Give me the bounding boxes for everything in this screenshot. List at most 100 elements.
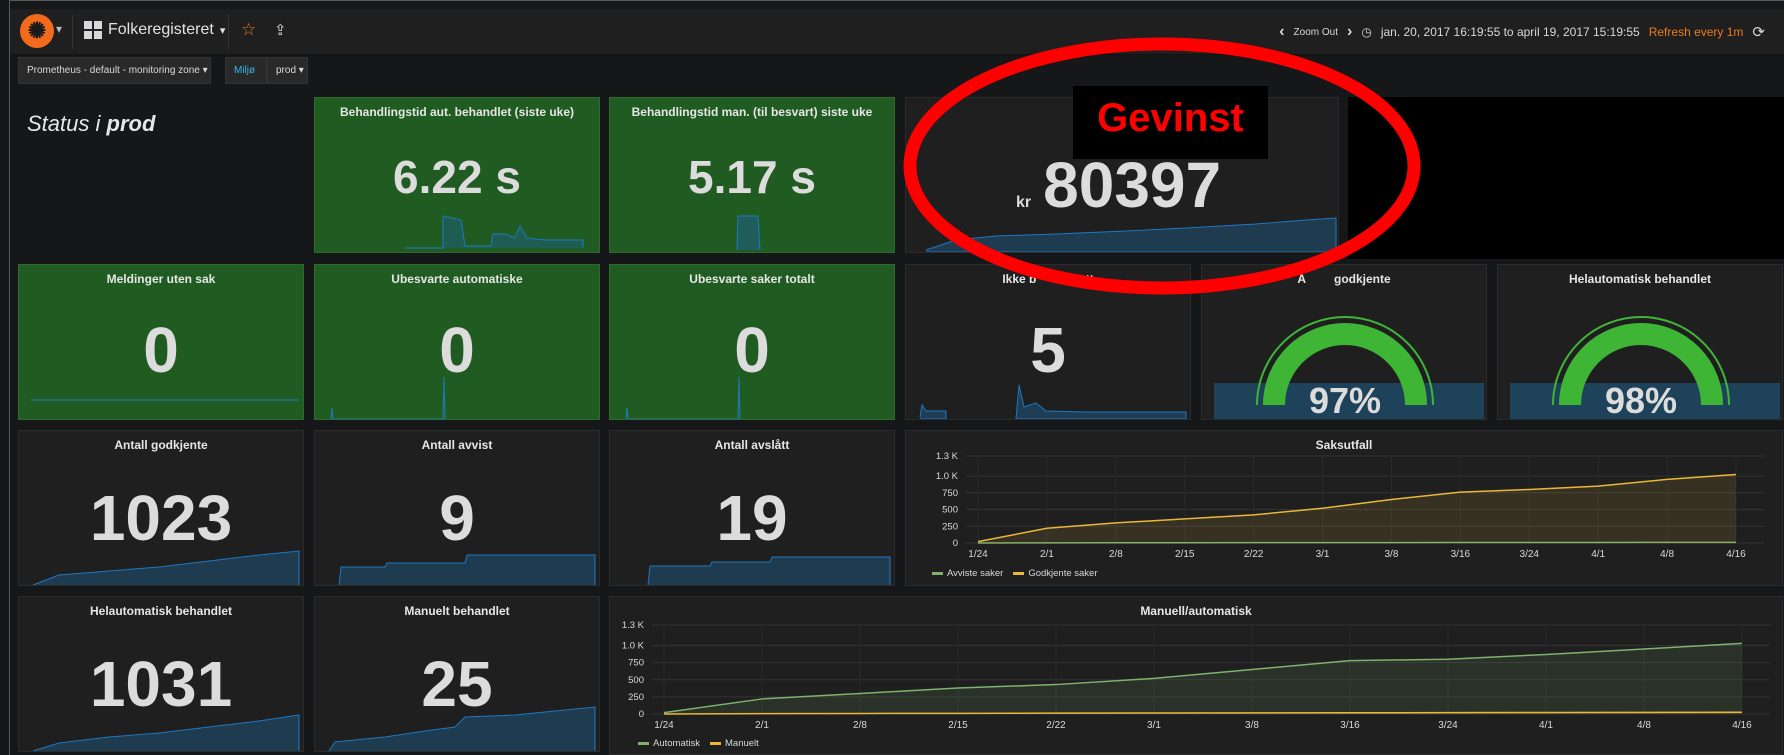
x-tick-label: 3/16 xyxy=(1340,720,1360,731)
panel-helautomatisk-gauge[interactable]: Helautomatisk behandlet 98% xyxy=(1497,264,1783,420)
panel-behandlingstid-aut[interactable]: Behandlingstid aut. behandlet (siste uke… xyxy=(314,97,600,253)
panel-andel-godkjente[interactable]: Andel godkjente 97% xyxy=(1201,264,1487,420)
share-icon[interactable]: ⇪ xyxy=(274,21,287,39)
top-navbar: ✺ ▾ Folkeregisteret ▾ ☆ ⇪ ‹ Zoom Out › ◷… xyxy=(10,9,1784,55)
x-tick-label: 2/22 xyxy=(1244,549,1264,560)
annotation-label: Gevinst xyxy=(1097,96,1244,140)
x-tick-label: 2/22 xyxy=(1046,720,1066,731)
panel-antall-godkjente[interactable]: Antall godkjente 1023 xyxy=(18,430,304,586)
sparkline xyxy=(330,376,446,419)
sparkline xyxy=(31,399,299,401)
dashboard-grid-icon xyxy=(84,21,102,39)
caret-down-icon: ▾ xyxy=(219,24,226,37)
panel-antall-avslatt[interactable]: Antall avslått 19 xyxy=(609,430,895,586)
gauge: 98% xyxy=(1510,316,1780,420)
sparkline-line xyxy=(625,376,741,419)
x-tick-label: 3/24 xyxy=(1520,549,1540,560)
saksutfall-chart: 0 250 500 750 1.0 K 1.3 K 1/24 2/1 2/8 2/15 2/22 3/… xyxy=(936,451,1764,560)
sparkline-line xyxy=(647,556,891,585)
y-tick-label: 1.0 K xyxy=(622,641,645,652)
sparkline xyxy=(625,376,741,419)
y-tick-label: 750 xyxy=(628,658,644,669)
x-tick-label: 2/8 xyxy=(853,720,867,731)
x-tick-label: 2/1 xyxy=(755,720,769,731)
blank-panel xyxy=(1348,97,1784,259)
x-tick-label: 1/24 xyxy=(654,720,674,731)
sparkline-line xyxy=(919,403,947,419)
panel-ikke-behandlet[interactable]: Ikke behandlettt 5 xyxy=(905,264,1191,420)
legend-item[interactable]: Avviste saker xyxy=(932,568,1003,579)
series-area xyxy=(978,474,1736,543)
chevron-right-icon[interactable]: › xyxy=(1347,23,1352,41)
miljo-label: Miljø xyxy=(225,57,267,84)
gauge-value: 97% xyxy=(1309,380,1381,420)
sparkline xyxy=(405,215,584,249)
gauge: 97% xyxy=(1214,316,1484,420)
y-tick-label: 250 xyxy=(628,692,644,703)
sparkline-line xyxy=(338,554,596,585)
sparkline xyxy=(736,215,761,251)
x-tick-label: 2/15 xyxy=(948,720,968,731)
legend-item[interactable]: Automatisk xyxy=(638,738,700,749)
y-tick-label: 500 xyxy=(628,675,644,686)
panel-behandlingstid-man[interactable]: Behandlingstid man. (til besvart) siste … xyxy=(609,97,895,253)
sparkline-line xyxy=(736,215,761,251)
x-tick-label: 2/15 xyxy=(1175,549,1195,560)
x-tick-label: 3/1 xyxy=(1316,549,1330,560)
star-icon[interactable]: ☆ xyxy=(241,20,256,40)
gauge-value: 98% xyxy=(1605,380,1677,420)
panel-ubesvarte-aut[interactable]: Ubesvarte automatiske 0 xyxy=(314,264,600,420)
legend-item[interactable]: Manuelt xyxy=(710,738,759,749)
dashboard-title: Folkeregisteret xyxy=(108,21,214,38)
sparkline-line xyxy=(32,550,300,585)
chevron-left-icon[interactable]: ‹ xyxy=(1279,23,1284,41)
chart-legend: Automatisk Manuelt xyxy=(638,738,759,749)
panel-manuell-automatisk[interactable]: Manuell/automatisk 0 250 500 750 1.0 K 1.3 K1… xyxy=(609,596,1783,755)
series-area xyxy=(664,643,1742,714)
x-tick-label: 3/8 xyxy=(1385,549,1399,560)
x-tick-label: 4/16 xyxy=(1732,720,1752,731)
datasource-select[interactable]: Prometheus - default - monitoring zone ▾ xyxy=(18,57,211,84)
panel-helautomatisk-count[interactable]: Helautomatisk behandlet 1031 xyxy=(18,596,304,752)
x-tick-label: 4/8 xyxy=(1660,549,1674,560)
sparkline-line xyxy=(1015,384,1187,419)
x-tick-label: 4/1 xyxy=(1539,720,1553,731)
panel-saksutfall[interactable]: Saksutfall 0 250 500 750 1.0 K 1.3 K 1/24 2/1 2/… xyxy=(905,430,1783,586)
x-tick-label: 3/1 xyxy=(1147,720,1161,731)
y-tick-label: 0 xyxy=(953,538,958,549)
nav-divider xyxy=(228,15,229,49)
x-tick-label: 4/8 xyxy=(1637,720,1651,731)
y-tick-label: 1.3 K xyxy=(936,451,959,462)
panel-antall-avvist[interactable]: Antall avvist 9 xyxy=(314,430,600,586)
panel-ubesvarte-tot[interactable]: Ubesvarte saker totalt 0 xyxy=(609,264,895,420)
sparkline xyxy=(32,714,300,751)
x-tick-label: 1/24 xyxy=(968,549,988,560)
grafana-logo-icon[interactable]: ✺ xyxy=(20,14,54,48)
y-tick-label: 250 xyxy=(942,521,958,532)
status-title: Status i prod xyxy=(27,111,156,136)
refresh-interval[interactable]: Refresh every 1m xyxy=(1649,25,1744,39)
status-text-panel: Status i prod xyxy=(18,97,302,253)
panel-manuelt[interactable]: Manuelt behandlet 25 xyxy=(314,596,600,752)
miljo-select[interactable]: prod ▾ xyxy=(267,57,308,84)
nav-divider xyxy=(72,15,73,49)
logo-caret-icon[interactable]: ▾ xyxy=(56,22,62,36)
sparkline-line xyxy=(330,376,446,419)
y-tick-label: 750 xyxy=(942,488,958,499)
sparkline xyxy=(338,554,596,585)
panel-meldinger[interactable]: Meldinger uten sak 0 xyxy=(18,264,304,420)
manuell-automatisk-chart: 0 250 500 750 1.0 K 1.3 K 1/24 2/1 2/8 2/15 2/22 3/… xyxy=(622,620,1770,731)
x-tick-label: 2/8 xyxy=(1109,549,1123,560)
sparkline-line xyxy=(405,215,584,249)
x-tick-label: 3/8 xyxy=(1245,720,1259,731)
zoom-out-button[interactable]: Zoom Out xyxy=(1294,27,1338,38)
refresh-icon[interactable]: ⟳ xyxy=(1752,23,1765,41)
legend-item[interactable]: Godkjente saker xyxy=(1013,568,1098,579)
y-tick-label: 1.3 K xyxy=(622,620,645,631)
x-tick-label: 2/1 xyxy=(1040,549,1054,560)
x-tick-label: 4/16 xyxy=(1726,549,1746,560)
x-tick-label: 3/24 xyxy=(1438,720,1458,731)
time-range-picker[interactable]: jan. 20, 2017 16:19:55 to april 19, 2017… xyxy=(1381,25,1640,39)
dashboard-picker[interactable]: Folkeregisteret ▾ xyxy=(84,21,225,39)
clock-icon: ◷ xyxy=(1361,25,1372,39)
